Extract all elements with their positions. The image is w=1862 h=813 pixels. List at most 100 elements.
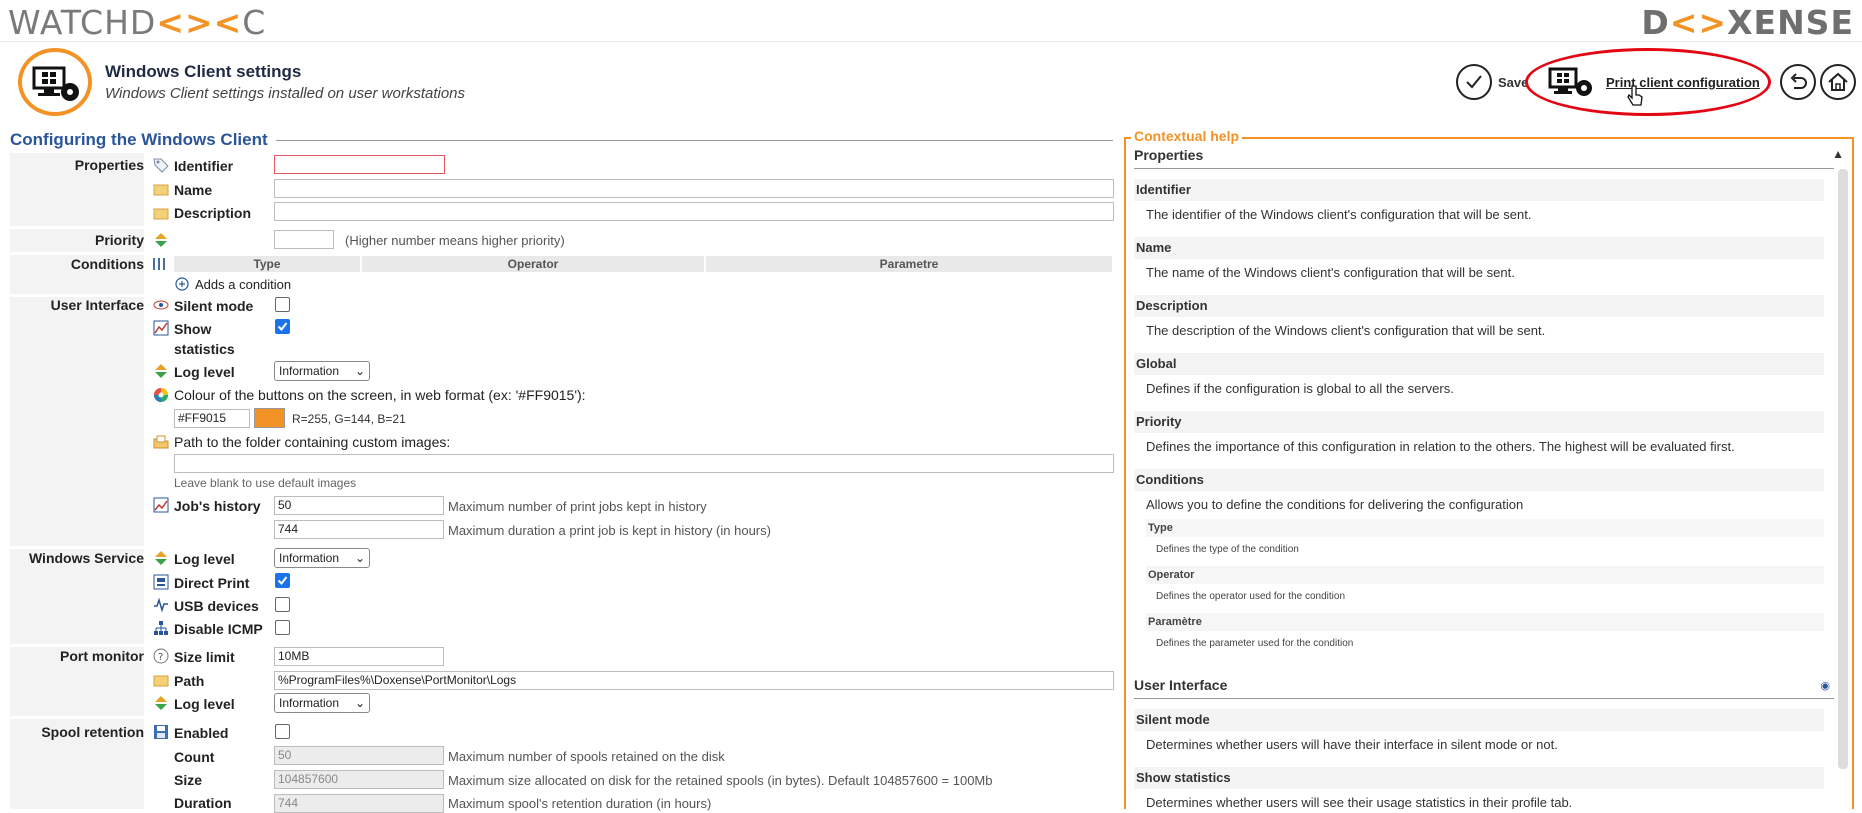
conditions-icon xyxy=(153,258,165,270)
spool-count-input[interactable]: 50 xyxy=(274,746,444,765)
description-input[interactable] xyxy=(274,202,1114,221)
svg-text:?: ? xyxy=(158,652,163,663)
folder-icon xyxy=(153,675,169,687)
history-count-hint: Maximum number of print jobs kept in his… xyxy=(448,499,707,514)
chevron-down-icon: ⌄ xyxy=(354,696,365,710)
contextual-help-panel: Properties ▲ Identifier The identifier o… xyxy=(1124,137,1854,809)
help-type-term: Type xyxy=(1146,519,1824,537)
chevron-down-icon: ⌄ xyxy=(354,551,365,565)
size-limit-icon: ? xyxy=(153,648,169,664)
direct-print-icon xyxy=(153,574,169,590)
spool-count-hint: Maximum number of spools retained on the… xyxy=(448,749,725,764)
usb-devices-checkbox[interactable] xyxy=(275,597,290,612)
home-icon xyxy=(1828,72,1848,91)
back-button[interactable] xyxy=(1780,64,1816,100)
disable-icmp-checkbox[interactable] xyxy=(275,620,290,635)
save-label[interactable]: Save xyxy=(1498,75,1528,90)
windows-client-icon xyxy=(1548,67,1592,96)
help-parametre-desc: Defines the parameter used for the condi… xyxy=(1156,638,1354,649)
disk-icon xyxy=(154,725,168,739)
images-path-input[interactable] xyxy=(174,454,1114,473)
help-global-desc: Defines if the configuration is global t… xyxy=(1146,381,1454,396)
name-input[interactable] xyxy=(274,179,1114,198)
top-bar xyxy=(0,0,1862,42)
help-stats-term: Show statistics xyxy=(1134,767,1824,789)
spool-retention-label: Spool retention xyxy=(41,724,144,740)
folder-icon xyxy=(153,208,169,220)
history-count-input[interactable]: 50 xyxy=(274,496,444,515)
hand-cursor-icon xyxy=(1627,85,1643,106)
save-button[interactable] xyxy=(1456,64,1492,100)
jobs-history-label: Job's history xyxy=(174,498,261,514)
help-priority-term: Priority xyxy=(1134,411,1824,433)
ui-log-level-label: Log level xyxy=(174,364,235,380)
show-statistics-checkbox[interactable] xyxy=(275,319,290,334)
home-button[interactable] xyxy=(1820,64,1856,100)
colour-wheel-icon xyxy=(154,388,168,402)
identifier-label: Identifier xyxy=(174,158,234,174)
size-limit-label: Size limit xyxy=(174,649,235,665)
help-properties-title: Properties ▲ xyxy=(1134,147,1844,169)
help-type-desc: Defines the type of the condition xyxy=(1156,544,1299,555)
service-log-level-select[interactable]: Information ⌄ xyxy=(274,548,370,568)
priority-hint: (Higher number means higher priority) xyxy=(345,233,565,248)
conditions-col-type: Type xyxy=(174,256,362,272)
help-stats-desc: Determines whether users will see their … xyxy=(1146,795,1573,809)
direct-print-label: Direct Print xyxy=(174,575,250,591)
silent-mode-checkbox[interactable] xyxy=(275,297,290,312)
history-duration-input[interactable]: 744 xyxy=(274,520,444,539)
colour-swatch[interactable] xyxy=(254,408,285,428)
user-interface-label: User Interface xyxy=(50,297,144,313)
folder-icon xyxy=(153,184,169,196)
ui-log-level-select[interactable]: Information ⌄ xyxy=(274,361,370,381)
help-conditions-term: Conditions xyxy=(1134,469,1824,491)
doxense-logo: D<>XENSE xyxy=(1641,3,1854,42)
spool-enabled-checkbox[interactable] xyxy=(275,724,290,739)
direct-print-checkbox[interactable] xyxy=(275,573,290,588)
silent-mode-label: Silent mode xyxy=(174,298,254,314)
port-log-level-select[interactable]: Information ⌄ xyxy=(274,693,370,713)
show-statistics-label-2: statistics xyxy=(174,341,235,357)
help-name-term: Name xyxy=(1134,237,1824,259)
images-path-hint: Leave blank to use default images xyxy=(174,476,357,490)
contextual-help-title: Contextual help xyxy=(1131,128,1243,144)
history-duration-hint: Maximum duration a print job is kept in … xyxy=(448,523,771,538)
help-identifier-desc: The identifier of the Windows client's c… xyxy=(1146,207,1532,222)
check-icon xyxy=(277,576,288,586)
print-client-configuration-button[interactable]: Print client configuration xyxy=(1548,64,1768,100)
port-path-input[interactable]: %ProgramFiles%\Doxense\PortMonitor\Logs xyxy=(274,671,1114,690)
page-subtitle: Windows Client settings installed on use… xyxy=(105,85,466,102)
add-condition-link[interactable]: Adds a condition xyxy=(195,277,291,292)
help-silent-desc: Determines whether users will have their… xyxy=(1146,737,1558,752)
spool-duration-input[interactable]: 744 xyxy=(274,794,444,813)
spool-size-label: Size xyxy=(174,772,203,788)
history-chart-icon xyxy=(153,497,169,513)
windows-client-icon xyxy=(18,48,92,116)
spool-size-hint: Maximum size allocated on disk for the r… xyxy=(448,773,993,788)
watchdoc-logo: WATCHD<><C xyxy=(8,3,267,42)
spool-size-input[interactable]: 104857600 xyxy=(274,770,444,789)
show-statistics-label: Show xyxy=(174,321,212,337)
eye-icon xyxy=(153,300,169,310)
size-limit-input[interactable]: 10MB xyxy=(274,647,444,666)
chevron-down-icon: ⌄ xyxy=(354,364,365,378)
collapse-icon[interactable]: ▲ xyxy=(1832,147,1844,161)
spool-count-label: Count xyxy=(174,749,215,765)
conditions-label: Conditions xyxy=(70,256,144,272)
priority-input[interactable] xyxy=(274,230,334,249)
port-path-label: Path xyxy=(174,673,205,689)
colour-input[interactable]: #FF9015 xyxy=(174,409,250,428)
disable-icmp-label: Disable ICMP xyxy=(174,621,263,637)
help-ui-title: User Interface ◉ xyxy=(1134,677,1834,699)
help-scrollbar[interactable] xyxy=(1838,169,1848,769)
collapse-circle-icon[interactable]: ◉ xyxy=(1820,679,1830,692)
conditions-col-parametre: Parametre xyxy=(706,256,1114,272)
identifier-input[interactable] xyxy=(274,155,445,174)
help-priority-desc: Defines the importance of this configura… xyxy=(1146,439,1735,454)
usb-signal-icon xyxy=(154,597,168,613)
windows-service-label: Windows Service xyxy=(28,550,144,566)
add-circle-icon[interactable] xyxy=(175,277,189,291)
priority-label: Priority xyxy=(94,232,144,248)
help-description-desc: The description of the Windows client's … xyxy=(1146,323,1546,338)
description-label: Description xyxy=(174,205,252,221)
